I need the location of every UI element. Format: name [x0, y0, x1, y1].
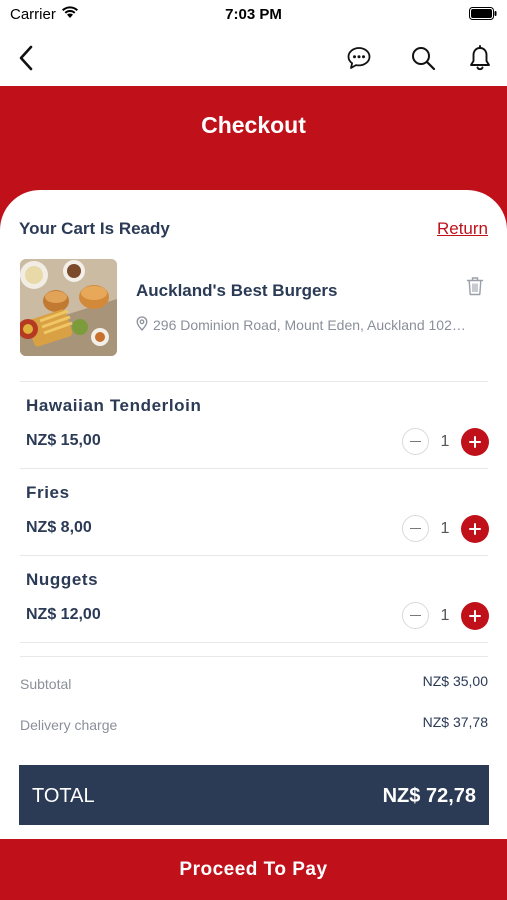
- cart-item-price: NZ$ 12,00: [26, 606, 101, 623]
- plus-icon: [469, 523, 481, 535]
- page-title: Checkout: [201, 112, 306, 138]
- increase-quantity-button[interactable]: [461, 515, 489, 543]
- divider: [20, 381, 488, 382]
- divider: [20, 555, 488, 556]
- decrease-quantity-button[interactable]: [402, 428, 429, 455]
- cart-item-name: Nuggets: [26, 570, 99, 589]
- cart-item-price: NZ$ 8,00: [26, 519, 92, 536]
- quantity-value: 1: [440, 433, 450, 450]
- delivery-charge-value: NZ$ 37,78: [422, 714, 488, 730]
- notifications-button[interactable]: [466, 44, 494, 72]
- status-bar: Carrier 7:03 PM: [0, 0, 507, 30]
- cart-heading: Your Cart Is Ready: [19, 219, 170, 238]
- delivery-charge-label: Delivery charge: [20, 717, 118, 733]
- status-time: 7:03 PM: [225, 6, 282, 23]
- chat-button[interactable]: [345, 44, 373, 72]
- plus-icon: [469, 610, 481, 622]
- subtotal-label: Subtotal: [20, 676, 72, 692]
- minus-icon: [410, 440, 421, 443]
- total-value: NZ$ 72,78: [382, 785, 476, 807]
- return-link[interactable]: Return: [437, 219, 488, 239]
- subtotal-value: NZ$ 35,00: [422, 673, 488, 689]
- increase-quantity-button[interactable]: [461, 428, 489, 456]
- search-icon: [412, 47, 436, 71]
- chat-icon: [347, 47, 371, 69]
- divider: [20, 468, 488, 469]
- search-button[interactable]: [409, 44, 437, 72]
- restaurant-name: Auckland's Best Burgers: [136, 281, 338, 300]
- minus-icon: [410, 614, 421, 617]
- divider: [20, 642, 488, 643]
- restaurant-address: 296 Dominion Road, Mount Eden, Auckland …: [153, 317, 473, 333]
- quantity-value: 1: [440, 520, 450, 537]
- battery-icon: [469, 7, 497, 25]
- proceed-to-pay-button[interactable]: Proceed To Pay: [0, 839, 507, 900]
- nav-bar: [0, 30, 507, 86]
- restaurant-image: [20, 259, 117, 356]
- plus-icon: [469, 436, 481, 448]
- total-label: TOTAL: [32, 785, 95, 807]
- cart-item-price: NZ$ 15,00: [26, 432, 101, 449]
- chevron-left-icon: [19, 45, 33, 71]
- quantity-value: 1: [440, 607, 450, 624]
- divider: [20, 656, 488, 657]
- cart-item-name: Hawaiian Tenderloin: [26, 396, 202, 415]
- cart-item-name: Fries: [26, 483, 70, 502]
- decrease-quantity-button[interactable]: [402, 515, 429, 542]
- location-pin-icon: [136, 316, 148, 336]
- decrease-quantity-button[interactable]: [402, 602, 429, 629]
- bell-icon: [470, 45, 490, 71]
- back-button[interactable]: [12, 44, 40, 72]
- minus-icon: [410, 527, 421, 530]
- increase-quantity-button[interactable]: [461, 602, 489, 630]
- trash-icon: [466, 277, 484, 296]
- remove-restaurant-button[interactable]: [466, 276, 484, 301]
- total-bar: TOTAL NZ$ 72,78: [19, 765, 489, 825]
